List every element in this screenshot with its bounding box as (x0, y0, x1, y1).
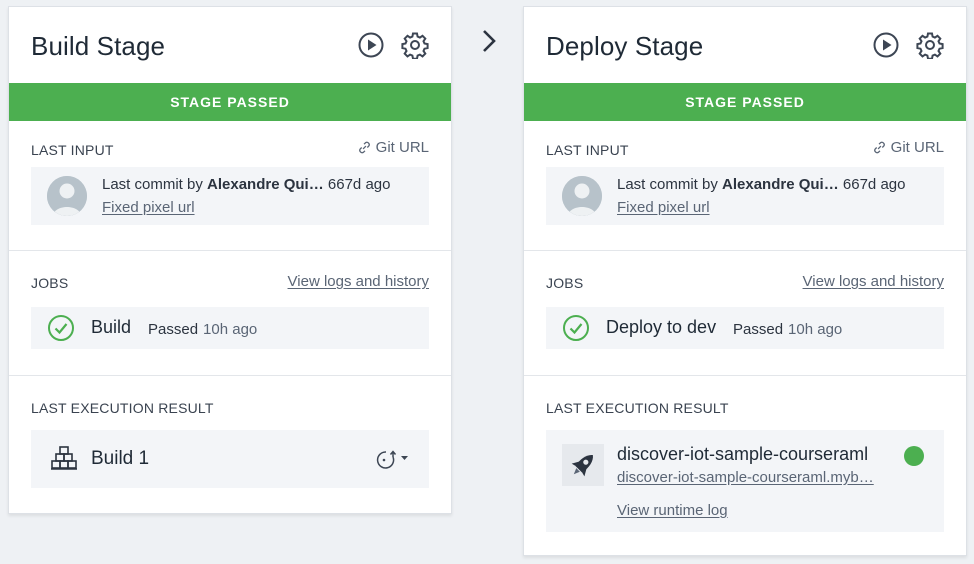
last-input-label: LAST INPUT (31, 142, 114, 158)
play-circle-icon[interactable] (872, 31, 900, 59)
deploy-result-tile: discover-iot-sample-courseraml discover-… (546, 430, 944, 532)
stage-passed-banner: STAGE PASSED (524, 83, 966, 121)
git-url-label: Git URL (375, 139, 429, 156)
commit-author: Alexandre Qui… (207, 176, 324, 193)
jobs-label: JOBS (31, 275, 69, 291)
job-name: Deploy to dev (606, 317, 717, 337)
view-runtime-log-link[interactable]: View runtime log (617, 502, 728, 519)
job-time: 10h ago (203, 321, 258, 338)
job-name: Build (91, 317, 132, 337)
job-status-text: Passed (148, 321, 199, 338)
build-result-tile[interactable]: Build 1 (31, 430, 429, 488)
commit-author: Alexandre Qui… (722, 176, 839, 193)
build-stage-header: Build Stage (9, 7, 451, 83)
commit-summary: Last commit by Alexandre Qui… 667d ago (617, 176, 905, 193)
job-row[interactable]: Build Passed 10h ago (31, 307, 429, 349)
build-stage-title: Build Stage (31, 31, 166, 61)
commit-prefix: Last commit by (617, 176, 723, 193)
app-status-indicator (904, 446, 924, 466)
check-circle-icon (47, 314, 75, 342)
job-status: Passed 10h ago (733, 321, 842, 338)
avatar (562, 176, 602, 216)
jobs-section: JOBS View logs and history Deploy to dev… (524, 251, 966, 376)
commit-summary: Last commit by Alexandre Qui… 667d ago (102, 176, 390, 193)
deploy-stage-card: Deploy Stage STAGE PASSED LAST INPUT Git… (523, 6, 967, 556)
jobs-label: JOBS (546, 275, 584, 291)
commit-age: 667d ago (327, 176, 391, 193)
last-input-section: LAST INPUT Git URL Last commit by Alexan… (9, 121, 451, 251)
git-url-link[interactable]: Git URL (357, 139, 429, 156)
link-icon (357, 140, 372, 155)
play-circle-icon[interactable] (357, 31, 385, 59)
commit-age: 667d ago (842, 176, 906, 193)
job-time: 10h ago (788, 321, 843, 338)
commit-prefix: Last commit by (102, 176, 208, 193)
job-status-text: Passed (733, 321, 784, 338)
jobs-section: JOBS View logs and history Build Passed 1… (9, 251, 451, 376)
build-stage-card: Build Stage STAGE PASSED LAST INPUT Git … (8, 6, 452, 514)
commit-message-link[interactable]: Fixed pixel url (102, 199, 195, 216)
last-input-label: LAST INPUT (546, 142, 629, 158)
git-url-link[interactable]: Git URL (872, 139, 944, 156)
stage-passed-banner: STAGE PASSED (9, 83, 451, 121)
view-logs-link[interactable]: View logs and history (803, 273, 944, 290)
job-status: Passed 10h ago (148, 321, 257, 338)
rocket-icon (562, 444, 604, 486)
deploy-stage-title: Deploy Stage (546, 31, 704, 61)
last-execution-label: LAST EXECUTION RESULT (31, 400, 214, 416)
commit-message-link[interactable]: Fixed pixel url (617, 199, 710, 216)
app-url-link[interactable]: discover-iot-sample-courseraml.myb… (617, 469, 917, 486)
app-name: discover-iot-sample-courseraml (617, 444, 869, 464)
build-blocks-icon (49, 444, 79, 474)
last-commit-tile: Last commit by Alexandre Qui… 667d ago F… (546, 167, 944, 225)
deploy-stage-header: Deploy Stage (524, 7, 966, 83)
check-circle-icon (562, 314, 590, 342)
avatar (47, 176, 87, 216)
job-row[interactable]: Deploy to dev Passed 10h ago (546, 307, 944, 349)
gear-icon[interactable] (401, 31, 429, 59)
link-icon (872, 140, 887, 155)
chevron-right-icon (478, 26, 500, 56)
gear-icon[interactable] (916, 31, 944, 59)
git-url-label: Git URL (890, 139, 944, 156)
last-execution-label: LAST EXECUTION RESULT (546, 400, 729, 416)
build-result-name: Build 1 (91, 448, 150, 469)
last-commit-tile: Last commit by Alexandre Qui… 667d ago F… (31, 167, 429, 225)
redeploy-dropdown-icon[interactable] (373, 448, 413, 470)
last-input-section: LAST INPUT Git URL Last commit by Alexan… (524, 121, 966, 251)
view-logs-link[interactable]: View logs and history (288, 273, 429, 290)
